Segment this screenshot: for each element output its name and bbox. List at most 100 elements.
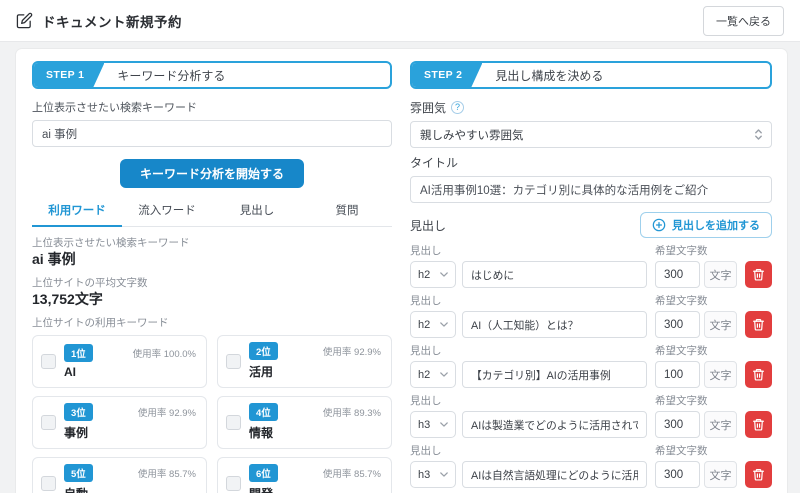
heading-row-label: 見出し [410, 293, 655, 308]
keyword-checkbox[interactable] [41, 354, 56, 369]
headings-section-label: 見出し [410, 217, 446, 234]
heading-level-select[interactable]: h3 [410, 411, 456, 438]
step1-badge: STEP 1 [34, 63, 104, 87]
page-title: ドキュメント新規予約 [42, 11, 182, 31]
keyword-checkbox[interactable] [41, 476, 56, 491]
heading-row: 見出し 希望文字数 h2 文字 [410, 293, 772, 338]
avg-chars-value: 13,752文字 [32, 291, 392, 307]
delete-heading-button[interactable] [745, 261, 772, 288]
char-unit-label: 文字 [704, 311, 737, 338]
delete-heading-button[interactable] [745, 461, 772, 488]
tab-questions[interactable]: 質問 [302, 196, 392, 227]
mood-label: 雰囲気 [410, 99, 446, 116]
heading-level-value: h2 [418, 369, 430, 381]
char-unit-label: 文字 [704, 411, 737, 438]
heading-text-input[interactable] [462, 261, 647, 288]
heading-list: 見出し 希望文字数 h2 文字 見出し 希望文字数 [410, 243, 772, 493]
result-keyword-value: ai 事例 [32, 251, 392, 267]
step2-panel: STEP 2 見出し構成を決める 雰囲気 ? 親しみやすい雰囲気 タイトル 見出… [410, 61, 772, 493]
trash-icon [752, 418, 765, 431]
char-count-input[interactable] [655, 461, 700, 488]
keyword-checkbox[interactable] [226, 354, 241, 369]
heading-level-value: h3 [418, 419, 430, 431]
usage-rate: 使用率 100.0% [133, 346, 196, 360]
heading-level-select[interactable]: h2 [410, 261, 456, 288]
keyword-checkbox[interactable] [41, 415, 56, 430]
start-analysis-button[interactable]: キーワード分析を開始する [120, 159, 304, 188]
usage-rate: 使用率 85.7% [323, 466, 381, 480]
tab-used-words[interactable]: 利用ワード [32, 196, 122, 227]
step2-title: 見出し構成を決める [482, 63, 603, 87]
heading-text-input[interactable] [462, 461, 647, 488]
heading-text-input[interactable] [462, 411, 647, 438]
rank-badge: 1位 [64, 344, 93, 362]
chevron-down-icon [440, 472, 448, 477]
edit-document-icon [16, 12, 33, 29]
char-count-label: 希望文字数 [655, 393, 772, 408]
rank-badge: 5位 [64, 464, 93, 482]
step2-bar: STEP 2 見出し構成を決める [410, 61, 772, 89]
char-unit-label: 文字 [704, 261, 737, 288]
heading-text-input[interactable] [462, 361, 647, 388]
heading-row-label: 見出し [410, 343, 655, 358]
keyword-word: 開発 [249, 485, 381, 493]
heading-row: 見出し 希望文字数 h2 文字 [410, 243, 772, 288]
heading-row-label: 見出し [410, 243, 655, 258]
keyword-word: AI [64, 365, 196, 379]
char-count-label: 希望文字数 [655, 443, 772, 458]
usage-rate: 使用率 85.7% [138, 466, 196, 480]
trash-icon [752, 468, 765, 481]
delete-heading-button[interactable] [745, 361, 772, 388]
heading-level-select[interactable]: h2 [410, 311, 456, 338]
result-keyword-label: 上位表示させたい検索キーワード [32, 235, 392, 250]
char-count-label: 希望文字数 [655, 293, 772, 308]
step1-title: キーワード分析する [104, 63, 225, 87]
search-keyword-input[interactable] [32, 120, 392, 147]
mood-select-value: 親しみやすい雰囲気 [420, 127, 524, 143]
rank-badge: 6位 [249, 464, 278, 482]
char-count-input[interactable] [655, 411, 700, 438]
chevron-down-icon [440, 372, 448, 377]
used-keywords-label: 上位サイトの利用キーワード [32, 315, 392, 330]
keyword-word: 事例 [64, 424, 196, 441]
heading-row: 見出し 希望文字数 h3 文字 [410, 393, 772, 438]
title-label: タイトル [410, 154, 458, 171]
heading-level-select[interactable]: h3 [410, 461, 456, 488]
plus-circle-icon [652, 218, 666, 232]
keyword-word: 活用 [249, 363, 381, 380]
char-count-input[interactable] [655, 361, 700, 388]
char-count-input[interactable] [655, 311, 700, 338]
add-heading-button[interactable]: 見出しを追加する [640, 212, 772, 238]
keyword-card: 1位 使用率 100.0% AI [32, 335, 207, 388]
analysis-tabs: 利用ワード 流入ワード 見出し 質問 [32, 196, 392, 227]
back-to-list-button[interactable]: 一覧へ戻る [703, 6, 784, 36]
search-keyword-label: 上位表示させたい検索キーワード [32, 99, 392, 115]
keyword-card: 4位 使用率 89.3% 情報 [217, 396, 392, 449]
keyword-checkbox[interactable] [226, 415, 241, 430]
char-count-input[interactable] [655, 261, 700, 288]
avg-chars-label: 上位サイトの平均文字数 [32, 275, 392, 290]
mood-select[interactable]: 親しみやすい雰囲気 [410, 121, 772, 148]
keyword-card: 3位 使用率 92.9% 事例 [32, 396, 207, 449]
step2-badge: STEP 2 [412, 63, 482, 87]
keyword-checkbox[interactable] [226, 476, 241, 491]
heading-level-value: h3 [418, 469, 430, 481]
usage-rate: 使用率 89.3% [323, 405, 381, 419]
main-area: STEP 1 キーワード分析する 上位表示させたい検索キーワード キーワード分析… [0, 42, 800, 493]
heading-row-label: 見出し [410, 443, 655, 458]
content-card: STEP 1 キーワード分析する 上位表示させたい検索キーワード キーワード分析… [16, 49, 787, 493]
heading-level-value: h2 [418, 319, 430, 331]
title-input[interactable] [410, 176, 772, 203]
step1-bar: STEP 1 キーワード分析する [32, 61, 392, 89]
heading-text-input[interactable] [462, 311, 647, 338]
help-icon[interactable]: ? [451, 101, 464, 114]
keyword-card: 5位 使用率 85.7% 自動 [32, 457, 207, 493]
keyword-card: 2位 使用率 92.9% 活用 [217, 335, 392, 388]
heading-level-select[interactable]: h2 [410, 361, 456, 388]
tab-headings[interactable]: 見出し [212, 196, 302, 227]
delete-heading-button[interactable] [745, 311, 772, 338]
delete-heading-button[interactable] [745, 411, 772, 438]
char-count-label: 希望文字数 [655, 343, 772, 358]
tab-inflow-words[interactable]: 流入ワード [122, 196, 212, 227]
keyword-word: 情報 [249, 424, 381, 441]
